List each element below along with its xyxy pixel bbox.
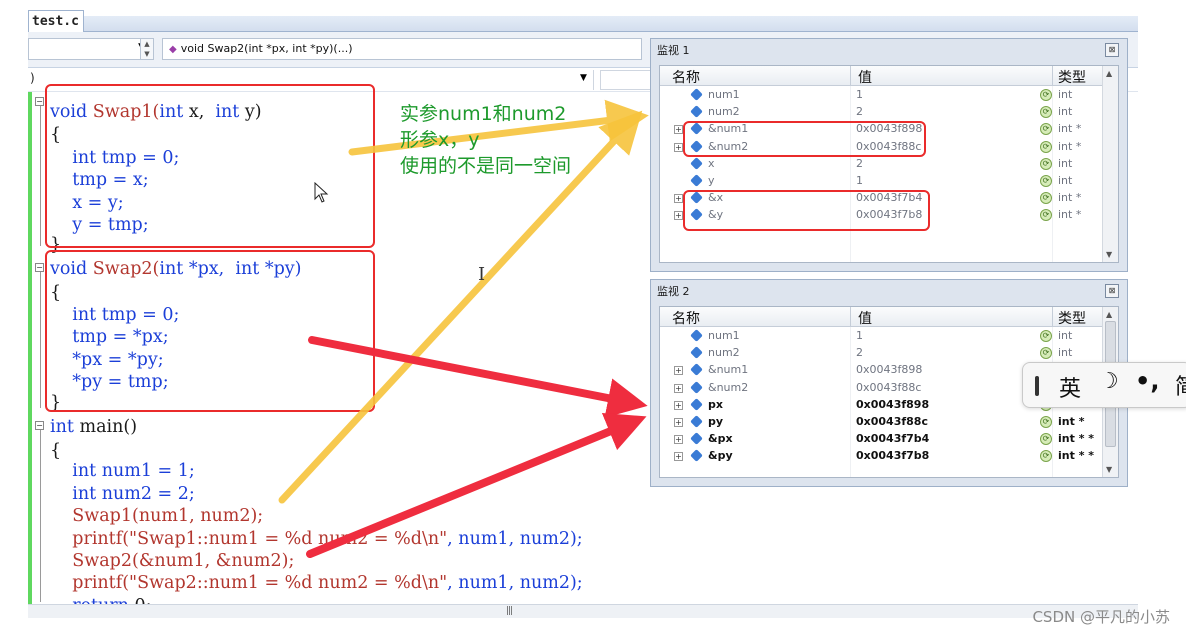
moon-icon[interactable]: ☽ <box>1099 369 1119 394</box>
arrow-swap2-call-to-watch2 <box>306 413 647 558</box>
ime-toolbar[interactable]: 英 ☽ •, 简 <box>1022 362 1186 408</box>
watermark: CSDN @平凡的小苏 <box>1032 608 1170 626</box>
annotation-line-2: 形参x，y <box>400 129 480 151</box>
text-cursor-icon: I <box>478 264 486 285</box>
annotation-line-3: 使用的不是同一空间 <box>400 155 572 177</box>
punctuation-toggle[interactable]: •, <box>1135 367 1159 395</box>
annotation-line-1: 实参num1和num2 <box>400 103 567 125</box>
mouse-pointer-icon <box>314 182 329 203</box>
arrow-swap2-params-to-watch2 <box>308 336 648 418</box>
ime-language-toggle[interactable]: 英 <box>1059 371 1081 403</box>
ime-extra-toggle[interactable]: 简 <box>1175 369 1186 401</box>
annotation-note: 实参num1和num2 形参x，y 使用的不是同一空间 <box>400 101 571 179</box>
annotation-arrows <box>278 99 649 558</box>
drag-handle-icon[interactable] <box>1035 376 1039 396</box>
